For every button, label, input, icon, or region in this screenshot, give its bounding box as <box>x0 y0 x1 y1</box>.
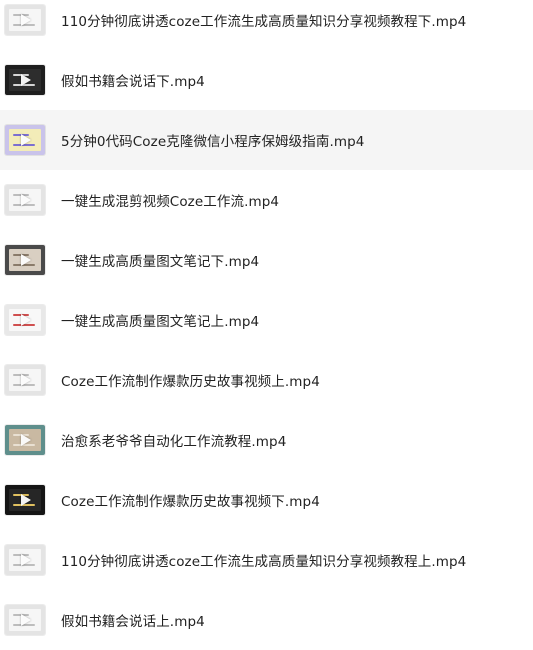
file-name: 5分钟0代码Coze克隆微信小程序保姆级指南.mp4 <box>61 134 365 150</box>
video-thumbnail <box>5 545 45 575</box>
video-thumbnail <box>5 125 45 155</box>
file-name: 一键生成高质量图文笔记下.mp4 <box>61 254 260 270</box>
file-row-10[interactable]: 110分钟彻底讲透coze工作流生成高质量知识分享视频教程上.mp4 <box>0 530 533 590</box>
play-icon <box>21 74 31 86</box>
file-row-1[interactable]: 110分钟彻底讲透coze工作流生成高质量知识分享视频教程下.mp4 <box>0 0 533 50</box>
video-thumbnail <box>5 245 45 275</box>
file-row-2[interactable]: 假如书籍会说话下.mp4 <box>0 50 533 110</box>
file-row-9[interactable]: Coze工作流制作爆款历史故事视频下.mp4 <box>0 470 533 530</box>
video-thumbnail <box>5 485 45 515</box>
play-icon <box>21 254 31 266</box>
file-name: Coze工作流制作爆款历史故事视频下.mp4 <box>61 494 320 510</box>
video-thumbnail <box>5 605 45 635</box>
play-icon <box>21 374 31 386</box>
play-icon <box>21 134 31 146</box>
video-thumbnail <box>5 365 45 395</box>
play-icon <box>21 194 31 206</box>
file-name: 110分钟彻底讲透coze工作流生成高质量知识分享视频教程下.mp4 <box>61 14 467 30</box>
file-name: 假如书籍会说话下.mp4 <box>61 74 205 90</box>
play-icon <box>21 494 31 506</box>
video-thumbnail <box>5 305 45 335</box>
file-row-4[interactable]: 一键生成混剪视频Coze工作流.mp4 <box>0 170 533 230</box>
file-row-6[interactable]: 一键生成高质量图文笔记上.mp4 <box>0 290 533 350</box>
video-thumbnail <box>5 5 45 35</box>
play-icon <box>21 14 31 26</box>
file-name: 治愈系老爷爷自动化工作流教程.mp4 <box>61 434 287 450</box>
file-name: 假如书籍会说话上.mp4 <box>61 614 205 630</box>
video-thumbnail <box>5 65 45 95</box>
file-name: 110分钟彻底讲透coze工作流生成高质量知识分享视频教程上.mp4 <box>61 554 467 570</box>
file-row-5[interactable]: 一键生成高质量图文笔记下.mp4 <box>0 230 533 290</box>
file-list: 110分钟彻底讲透coze工作流生成高质量知识分享视频教程下.mp4 假如书籍会… <box>0 0 533 650</box>
play-icon <box>21 614 31 626</box>
play-icon <box>21 314 31 326</box>
file-name: Coze工作流制作爆款历史故事视频上.mp4 <box>61 374 320 390</box>
file-row-11[interactable]: 假如书籍会说话上.mp4 <box>0 590 533 650</box>
play-icon <box>21 554 31 566</box>
play-icon <box>21 434 31 446</box>
file-name: 一键生成混剪视频Coze工作流.mp4 <box>61 194 280 210</box>
file-row-3[interactable]: 5分钟0代码Coze克隆微信小程序保姆级指南.mp4 <box>0 110 533 170</box>
file-row-8[interactable]: 治愈系老爷爷自动化工作流教程.mp4 <box>0 410 533 470</box>
video-thumbnail <box>5 425 45 455</box>
file-name: 一键生成高质量图文笔记上.mp4 <box>61 314 260 330</box>
video-thumbnail <box>5 185 45 215</box>
file-row-7[interactable]: Coze工作流制作爆款历史故事视频上.mp4 <box>0 350 533 410</box>
